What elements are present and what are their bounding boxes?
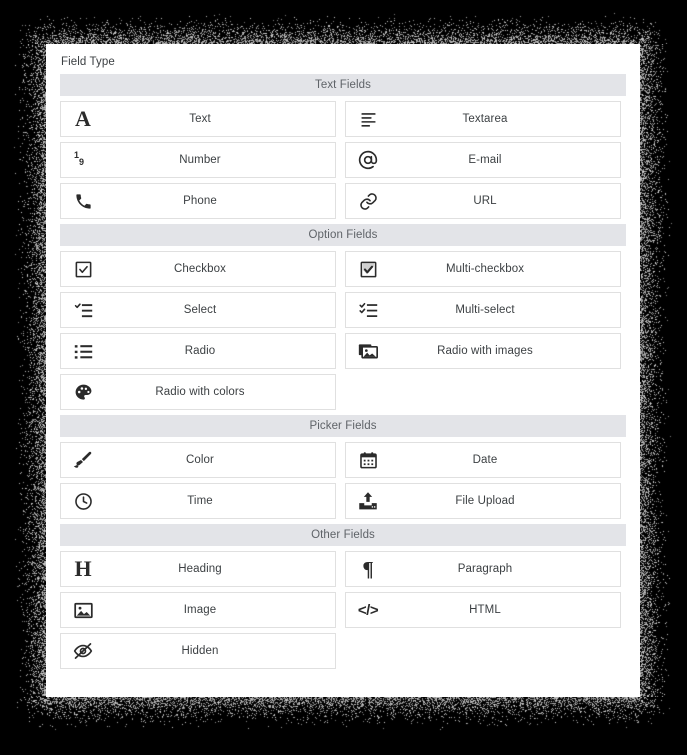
page-title: Field Type <box>61 56 626 68</box>
image-icon <box>61 601 105 620</box>
field-type-label: Radio with images <box>390 345 620 357</box>
field-type-label: Radio <box>105 345 335 357</box>
field-type-card[interactable]: ¶ Paragraph <box>345 551 621 587</box>
field-type-label: Image <box>105 604 335 616</box>
field-type-card[interactable]: Checkbox <box>60 251 336 287</box>
field-type-label: Date <box>390 454 620 466</box>
field-section: Option Fields Checkbox Multi-checkbox Selec… <box>60 224 626 410</box>
field-type-card[interactable]: Radio with images <box>345 333 621 369</box>
field-card-grid: Color Date Time File Upload <box>60 442 626 519</box>
field-type-card[interactable]: Radio with colors <box>60 374 336 410</box>
at-sign-icon <box>346 150 390 170</box>
multi-checkbox-icon <box>346 260 390 279</box>
field-card-grid: H Heading ¶ Paragraph Image </> HTML Hidden <box>60 551 626 669</box>
upload-icon <box>346 491 390 511</box>
letter-a-icon: A <box>61 108 105 130</box>
field-type-label: Select <box>105 304 335 316</box>
field-type-label: Multi-select <box>390 304 620 316</box>
field-section: Other Fields H Heading ¶ Paragraph Image </> HT… <box>60 524 626 669</box>
section-header: Other Fields <box>60 524 626 546</box>
field-type-label: File Upload <box>390 495 620 507</box>
field-type-card[interactable]: Select <box>60 292 336 328</box>
field-type-label: E-mail <box>390 154 620 166</box>
field-type-card[interactable]: Date <box>345 442 621 478</box>
field-type-panel: Field Type Text Fields A Text Textarea 1 9 Num… <box>46 44 640 697</box>
field-type-card[interactable]: Hidden <box>60 633 336 669</box>
field-type-label: Heading <box>105 563 335 575</box>
field-type-card[interactable]: Multi-checkbox <box>345 251 621 287</box>
field-type-label: Color <box>105 454 335 466</box>
heading-h-icon: H <box>61 558 105 580</box>
field-section: Text Fields A Text Textarea 1 9 Number E-mail Ph… <box>60 74 626 219</box>
field-type-card[interactable]: E-mail <box>345 142 621 178</box>
code-tags-icon: </> <box>346 602 390 619</box>
digits-icon: 19 <box>61 150 105 170</box>
palette-icon <box>61 383 105 402</box>
checkbox-icon <box>61 260 105 279</box>
field-type-label: URL <box>390 195 620 207</box>
field-type-label: Time <box>105 495 335 507</box>
calendar-icon <box>346 451 390 470</box>
clock-icon <box>61 492 105 511</box>
field-type-card[interactable]: Radio <box>60 333 336 369</box>
field-type-label: Hidden <box>105 645 335 657</box>
field-type-card[interactable]: H Heading <box>60 551 336 587</box>
field-type-label: Textarea <box>390 113 620 125</box>
field-type-card[interactable]: Image <box>60 592 336 628</box>
field-type-label: Multi-checkbox <box>390 263 620 275</box>
field-type-label: Phone <box>105 195 335 207</box>
field-type-label: HTML <box>390 604 620 616</box>
field-type-card[interactable]: URL <box>345 183 621 219</box>
field-card-grid: Checkbox Multi-checkbox Select Multi-select… <box>60 251 626 410</box>
pilcrow-icon: ¶ <box>346 559 390 580</box>
field-type-label: Paragraph <box>390 563 620 575</box>
field-type-label: Checkbox <box>105 263 335 275</box>
bullet-list-icon <box>61 342 105 361</box>
select-list-icon <box>61 301 105 320</box>
field-type-card[interactable]: Multi-select <box>345 292 621 328</box>
field-type-card[interactable]: Color <box>60 442 336 478</box>
field-type-card[interactable]: 1 9 Number <box>60 142 336 178</box>
field-type-card[interactable]: Phone <box>60 183 336 219</box>
multi-select-list-icon <box>346 301 390 320</box>
eye-slash-icon <box>61 641 105 661</box>
section-header: Picker Fields <box>60 415 626 437</box>
field-type-label: Text <box>105 113 335 125</box>
field-type-card[interactable]: A Text <box>60 101 336 137</box>
sections-container: Text Fields A Text Textarea 1 9 Number E-mail Ph… <box>60 74 626 669</box>
phone-icon <box>61 192 105 211</box>
section-header: Option Fields <box>60 224 626 246</box>
field-type-card[interactable]: </> HTML <box>345 592 621 628</box>
field-type-label: Number <box>105 154 335 166</box>
text-lines-icon <box>346 110 390 129</box>
paintbrush-icon <box>61 450 105 470</box>
field-card-grid: A Text Textarea 1 9 Number E-mail Phone URL <box>60 101 626 219</box>
section-header: Text Fields <box>60 74 626 96</box>
images-icon <box>346 341 390 361</box>
field-type-card[interactable]: Textarea <box>345 101 621 137</box>
field-type-card[interactable]: Time <box>60 483 336 519</box>
field-type-label: Radio with colors <box>105 386 335 398</box>
field-type-card[interactable]: File Upload <box>345 483 621 519</box>
link-icon <box>346 192 390 211</box>
field-section: Picker Fields Color Date Time File Upload <box>60 415 626 519</box>
